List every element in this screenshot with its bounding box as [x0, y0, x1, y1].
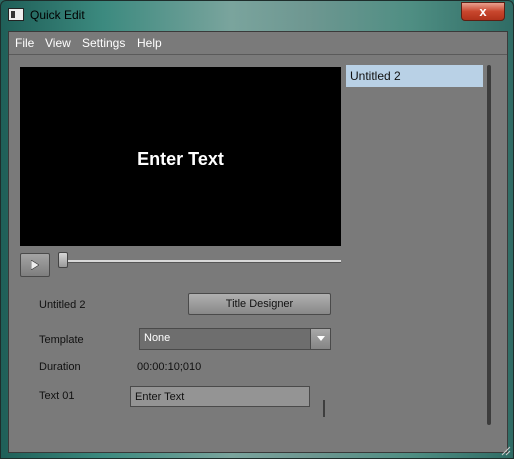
quick-edit-window: Quick Edit x File View Settings Help Ent… — [0, 0, 514, 459]
title-bar[interactable]: Quick Edit x — [1, 1, 513, 31]
template-select-value: None — [144, 332, 171, 344]
video-preview: Enter Text — [20, 67, 341, 246]
title-list-item[interactable]: Untitled 2 — [346, 65, 483, 87]
text-01-field[interactable] — [130, 386, 310, 407]
form-scrollbar[interactable] — [323, 400, 325, 417]
menu-help[interactable]: Help — [137, 36, 162, 50]
text-01-input[interactable] — [131, 387, 309, 406]
chevron-down-icon — [317, 336, 325, 341]
preview-title-text: Enter Text — [137, 149, 224, 169]
play-button[interactable] — [20, 253, 50, 277]
resize-grip-icon[interactable] — [499, 444, 511, 456]
duration-label: Duration — [39, 361, 81, 373]
client-area: File View Settings Help Enter Text Untit… — [8, 31, 508, 453]
template-select[interactable]: None — [139, 328, 331, 350]
menu-file[interactable]: File — [15, 36, 34, 50]
duration-value: 00:00:10;010 — [137, 361, 202, 373]
text-01-label: Text 01 — [39, 390, 75, 402]
app-icon — [8, 8, 24, 21]
title-name-label: Untitled 2 — [39, 299, 86, 311]
timeline-handle[interactable] — [58, 252, 68, 268]
title-designer-button[interactable]: Title Designer — [188, 293, 331, 315]
template-label: Template — [39, 334, 84, 346]
play-icon — [31, 260, 39, 270]
dropdown-arrow[interactable] — [310, 329, 330, 349]
title-list: Untitled 2 — [346, 65, 483, 430]
menu-view[interactable]: View — [45, 36, 71, 50]
edit-panel: Enter Text Untitled 2 Title Designer Tem… — [9, 55, 507, 452]
timeline-track[interactable] — [64, 260, 341, 263]
menu-bar: File View Settings Help — [9, 32, 507, 55]
list-scrollbar[interactable] — [487, 65, 491, 425]
menu-settings[interactable]: Settings — [82, 36, 125, 50]
close-button[interactable]: x — [461, 2, 505, 21]
window-title: Quick Edit — [30, 8, 85, 22]
close-icon: x — [479, 4, 487, 19]
